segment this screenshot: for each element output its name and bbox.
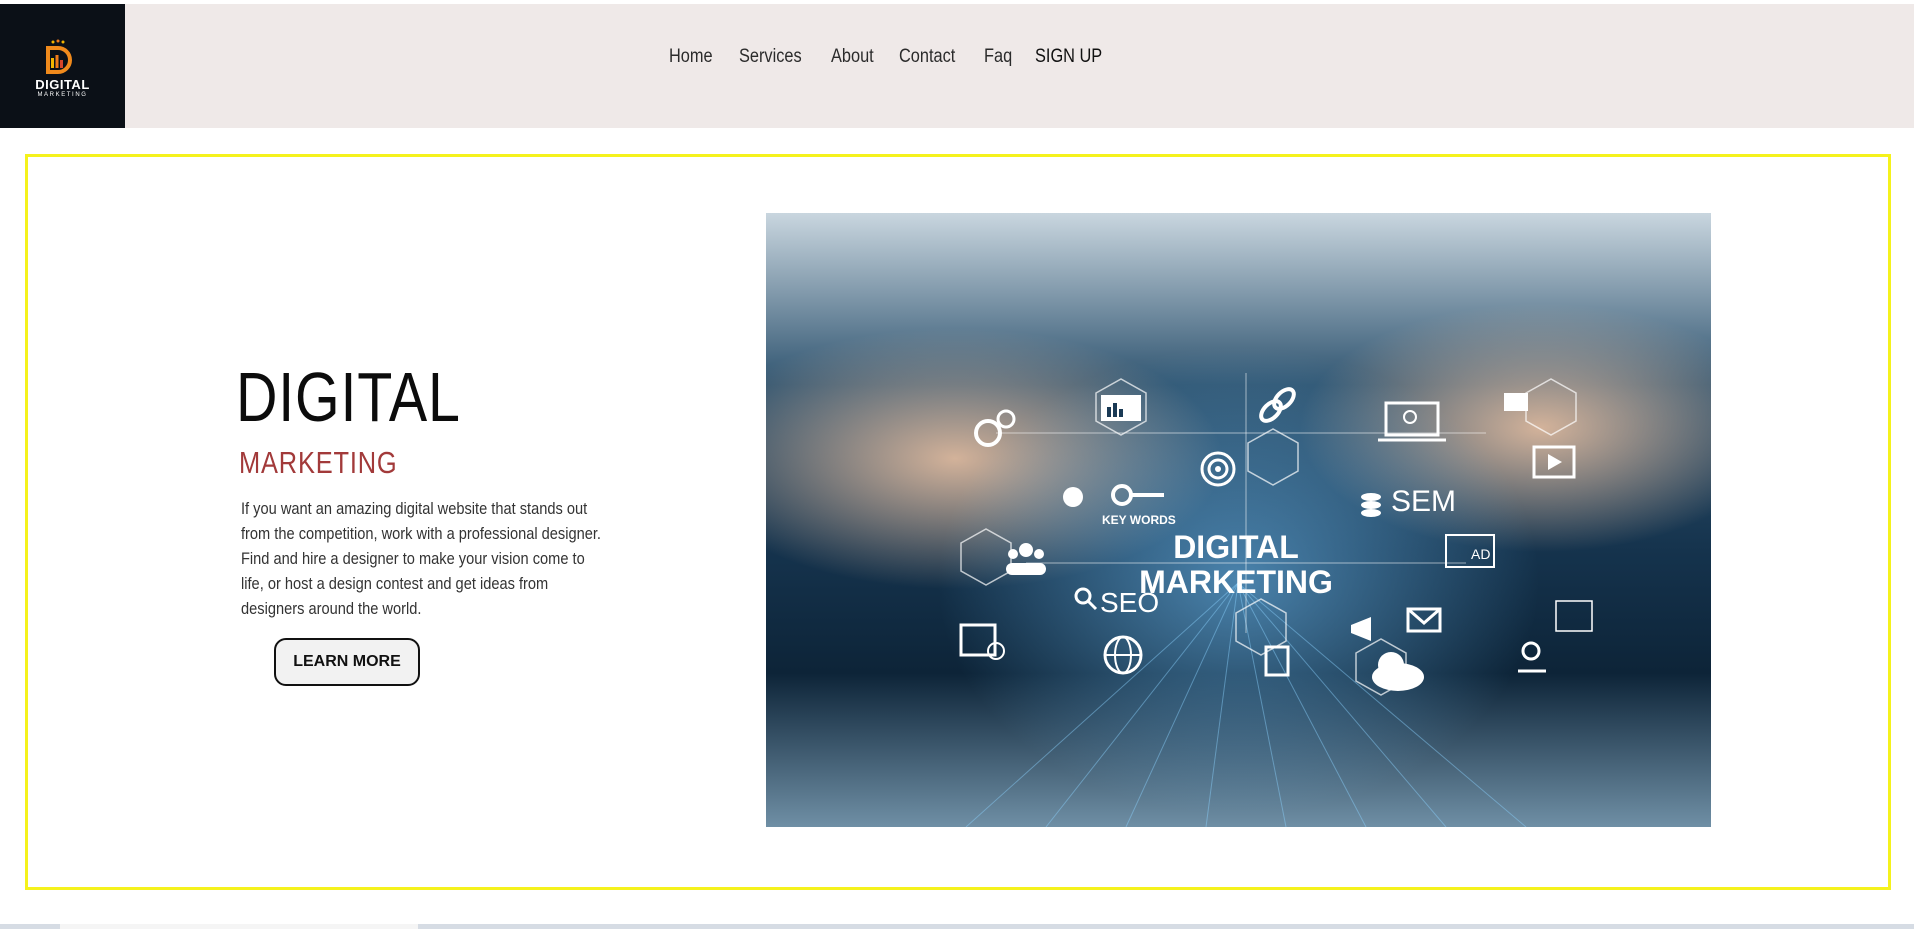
hero-image: KEY WORDS SEM DIGITAL MARKETING AD SEO [766,213,1711,827]
gears-icon [974,409,1016,447]
nav-services[interactable]: Services [739,46,802,68]
mail-icon [1406,607,1442,633]
brand-logo[interactable]: DIGITAL MARKETING [0,4,125,128]
bulb-icon [1063,487,1083,507]
team-icon [1006,543,1046,575]
globe-icon [1103,635,1143,675]
hero-section: DIGITAL MARKETING If you want an amazing… [25,154,1891,890]
nav-contact[interactable]: Contact [899,46,955,68]
link-icon [1259,387,1296,423]
d-bar-chart-logo-icon [46,39,72,74]
key-icon [1111,484,1164,506]
checklist-icon [1555,600,1593,632]
play-icon [1532,445,1576,479]
main-nav: Home Services About Contact Faq SIGN UP [669,42,1133,72]
location-pin-icon [1518,641,1546,673]
coins-icon [1361,493,1381,517]
bottom-strip [0,924,1914,929]
megaphone-icon [1351,617,1371,641]
image-label-main-1: DIGITAL [1173,529,1299,565]
image-label-seo: SEO [1100,587,1159,618]
hero-description: If you want an amazing digital website t… [241,499,601,618]
search-icon [1074,587,1098,611]
image-icon [1504,393,1528,411]
laptop-search-icon [1378,401,1446,442]
logo-text-secondary: MARKETING [37,92,88,98]
learn-more-button[interactable]: LEARN MORE [274,638,420,686]
nav-home[interactable]: Home [669,46,713,68]
hero-subtitle: MARKETING [239,445,398,480]
nav-about[interactable]: About [831,46,874,68]
image-label-ad: AD [1471,546,1490,562]
bottom-strip-chip [60,924,418,929]
analytics-monitor-icon [1101,395,1141,421]
calendar-icon [959,623,1005,660]
nav-sign-up[interactable]: SIGN UP [1035,46,1102,68]
hero-title: DIGITAL [236,358,461,436]
target-icon [1200,451,1236,487]
cloud-icon [1372,652,1424,691]
logo-text-primary: DIGITAL [35,77,90,92]
site-header: DIGITAL MARKETING Home Services About Co… [0,4,1914,128]
image-label-sem: SEM [1391,485,1456,518]
nav-faq[interactable]: Faq [984,46,1012,68]
image-label-main-2: MARKETING [1139,564,1333,600]
image-label-keywords: KEY WORDS [1102,513,1176,527]
